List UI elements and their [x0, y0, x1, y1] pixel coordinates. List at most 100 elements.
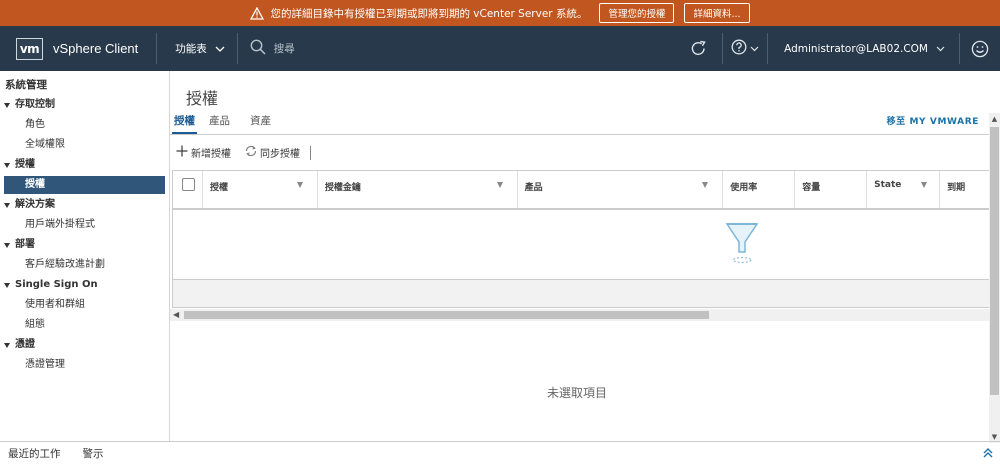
column-label: 使用率	[730, 183, 758, 193]
filter-icon[interactable]	[921, 182, 928, 188]
column-usage[interactable]: 使用率	[723, 171, 796, 208]
chevron-down-icon	[215, 43, 225, 55]
tab-products[interactable]: 產品	[209, 113, 242, 134]
chevron-down-icon	[750, 42, 759, 55]
column-label: 授權金鑰	[324, 183, 361, 193]
column-label: 產品	[524, 183, 543, 193]
sync-licenses-label: 同步授權	[260, 149, 300, 160]
no-selection-message: 未選取項目	[547, 386, 608, 400]
smiley-feedback-icon[interactable]	[960, 40, 1000, 58]
section-label: 授權	[15, 159, 35, 170]
grid-footer	[173, 280, 990, 307]
expand-triangle-icon	[4, 162, 10, 168]
sidebar-item-certificate-management[interactable]: 憑證管理	[0, 355, 169, 375]
licenses-grid: 授權 授權金鑰 產品 使用率 容量 State 到期	[172, 170, 990, 308]
menu-label: 功能表	[175, 43, 207, 55]
empty-funnel-icon	[725, 220, 759, 269]
user-name: Administrator@LAB02.COM	[784, 42, 928, 55]
sidebar-title: 系統管理	[5, 79, 47, 91]
warning-icon	[250, 6, 265, 20]
sidebar-section-licensing[interactable]: 授權	[0, 155, 169, 175]
scroll-left-icon[interactable]: ◀	[173, 309, 179, 321]
search-icon	[250, 39, 266, 58]
bottom-panel-bar: 最近的工作 警示	[0, 441, 1000, 465]
filter-icon[interactable]	[496, 182, 503, 188]
column-label: 到期	[947, 183, 966, 193]
column-license-key[interactable]: 授權金鑰	[318, 171, 518, 208]
sidebar-item-configuration[interactable]: 組態	[0, 315, 169, 335]
recent-tasks-tab[interactable]: 最近的工作	[8, 446, 61, 461]
sidebar-item-licenses[interactable]: 授權	[4, 176, 165, 194]
expand-panel-icon[interactable]	[982, 447, 994, 462]
toolbar-divider	[310, 145, 311, 160]
goto-my-vmware-link[interactable]: 移至 MY VMWARE	[887, 114, 979, 127]
user-menu[interactable]: Administrator@LAB02.COM	[768, 43, 959, 55]
section-label: 解決方案	[15, 199, 55, 210]
scroll-up-icon[interactable]: ▲	[989, 115, 1000, 123]
admin-sidebar: 系統管理 存取控制 角色 全域權限 授權 授權 解決方案 用戶端外掛程式 部署 …	[0, 71, 170, 441]
sidebar-item-roles[interactable]: 角色	[0, 115, 169, 135]
filter-icon[interactable]	[702, 182, 709, 188]
chevron-down-icon	[936, 43, 945, 55]
alarms-tab[interactable]: 警示	[83, 446, 104, 461]
header-divider	[236, 33, 238, 64]
tab-assets[interactable]: 資產	[242, 113, 283, 134]
add-license-label: 新增授權	[191, 149, 231, 160]
vertical-scroll-thumb[interactable]	[990, 127, 999, 395]
banner-message: 您的詳細目錄中有授權已到期或即將到期的 vCenter Server 系統。	[270, 7, 588, 20]
grid-header: 授權 授權金鑰 產品 使用率 容量 State 到期	[173, 171, 990, 210]
expand-triangle-icon	[4, 282, 10, 288]
toolbar: 新增授權 同步授權	[174, 145, 311, 160]
sync-licenses-button[interactable]: 同步授權	[243, 145, 302, 160]
select-all-checkbox[interactable]	[182, 178, 195, 191]
manage-licenses-button[interactable]: 管理您的授權	[599, 3, 675, 23]
sidebar-item-global-permissions[interactable]: 全域權限	[0, 135, 169, 155]
details-button[interactable]: 詳細資料...	[684, 3, 750, 23]
expand-triangle-icon	[4, 102, 10, 108]
horizontal-scroll-thumb[interactable]	[184, 311, 709, 319]
column-label: State	[874, 180, 902, 190]
vertical-scrollbar[interactable]: ▲ ▼	[989, 113, 1000, 443]
column-capacity[interactable]: 容量	[795, 171, 868, 208]
column-license[interactable]: 授權	[203, 171, 318, 208]
select-all-column	[173, 171, 203, 208]
search-placeholder: 搜尋	[273, 43, 295, 55]
sidebar-section-deployment[interactable]: 部署	[0, 235, 169, 255]
filter-icon[interactable]	[296, 182, 303, 188]
scroll-down-icon[interactable]: ▼	[989, 433, 1000, 441]
column-expiration[interactable]: 到期	[940, 171, 990, 208]
column-product[interactable]: 產品	[518, 171, 724, 208]
app-title: vSphere Client	[53, 41, 139, 56]
sidebar-item-users-groups[interactable]: 使用者和群組	[0, 295, 169, 315]
sidebar-section-certificates[interactable]: 憑證	[0, 335, 169, 355]
help-menu[interactable]	[723, 39, 767, 58]
grid-body	[173, 210, 990, 280]
sidebar-item-ceip[interactable]: 客戶經驗改進計劃	[0, 255, 169, 275]
page-title: 授權	[186, 89, 219, 108]
section-label: 存取控制	[15, 99, 55, 110]
section-label: Single Sign On	[15, 279, 98, 290]
menu-dropdown[interactable]: 功能表	[157, 41, 237, 56]
license-warning-banner: 您的詳細目錄中有授權已到期或即將到期的 vCenter Server 系統。 管…	[0, 0, 1000, 26]
expand-triangle-icon	[4, 202, 10, 208]
sidebar-section-solutions[interactable]: 解決方案	[0, 195, 169, 215]
sidebar-section-sso[interactable]: Single Sign On	[0, 275, 169, 295]
horizontal-scrollbar[interactable]: ◀ ▶	[170, 309, 1000, 321]
tab-licenses[interactable]: 授權	[172, 113, 197, 134]
sidebar-section-access-control[interactable]: 存取控制	[0, 95, 169, 115]
expand-triangle-icon	[4, 342, 10, 348]
column-state[interactable]: State	[867, 171, 941, 208]
refresh-icon[interactable]	[680, 40, 716, 57]
sidebar-item-client-plugins[interactable]: 用戶端外掛程式	[0, 215, 169, 235]
search-field[interactable]: 搜尋	[250, 39, 295, 58]
app-header: vm vSphere Client 功能表 搜尋 Administrator@L	[0, 26, 1000, 71]
vmware-logo: vm	[16, 37, 43, 60]
column-label: 授權	[209, 183, 228, 193]
column-label: 容量	[802, 183, 821, 193]
section-label: 部署	[15, 239, 35, 250]
help-icon	[731, 39, 747, 58]
section-label: 憑證	[15, 339, 35, 350]
add-license-button[interactable]: 新增授權	[174, 145, 233, 160]
licenses-content: 授權 授權 產品 資產 移至 MY VMWARE 新增授權 同步授權 授權 授權…	[170, 71, 1000, 443]
tab-bar: 授權 產品 資產	[170, 113, 1000, 135]
